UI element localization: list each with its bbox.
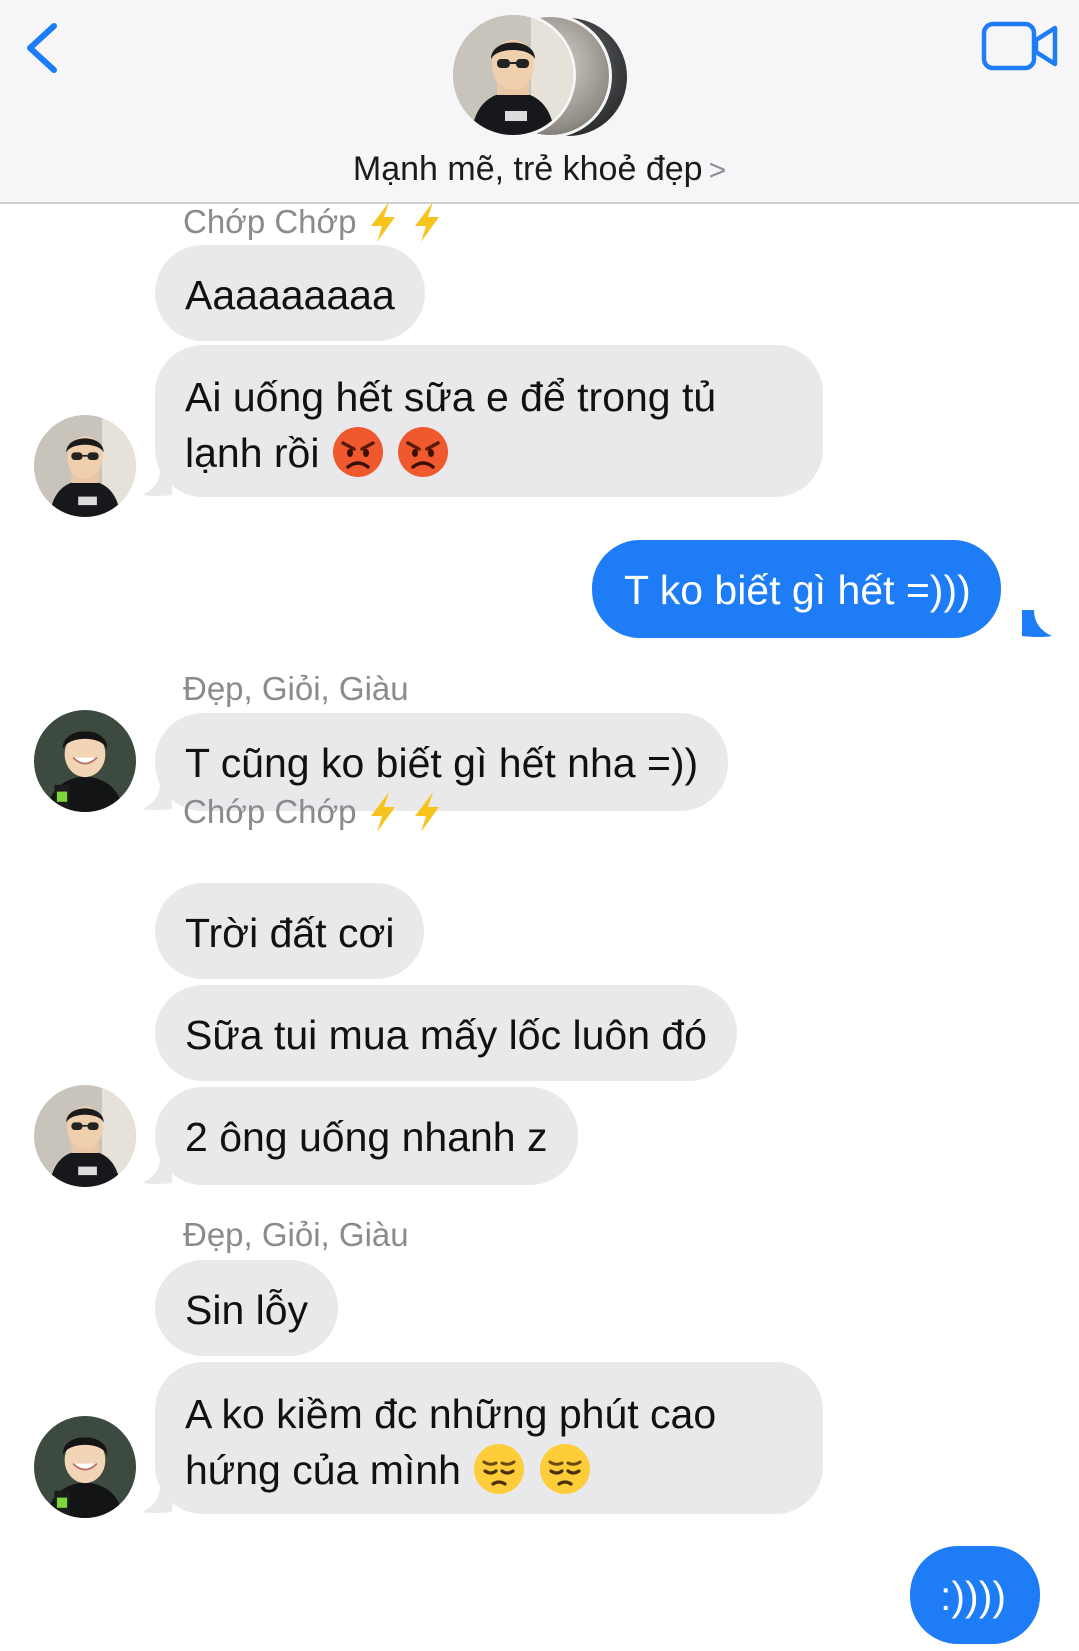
bubble-tail (142, 1486, 172, 1513)
angry-face-icon (398, 427, 449, 478)
sender-name-label: Chớp Chớp (183, 793, 357, 830)
avatar[interactable] (34, 1416, 136, 1518)
video-call-button[interactable] (980, 20, 1060, 74)
sender-name: Đẹp, Giỏi, Giàu (183, 670, 409, 708)
message-bubble[interactable]: Trời đất cơi (155, 883, 425, 979)
sender-name: Chớp Chớp (183, 790, 445, 834)
message-bubble[interactable]: T ko biết gì hết =))) (592, 540, 1001, 638)
message-text: Sữa tui mua mấy lốc luôn đó (185, 1012, 707, 1058)
message-bubble[interactable]: Aaaaaaaaa (155, 245, 425, 341)
avatar[interactable] (34, 1085, 136, 1187)
bubble-tail (142, 783, 172, 810)
person-photo-icon (34, 1416, 136, 1518)
message-text: Ai uống hết sữa e để trong tủ (185, 374, 717, 420)
sender-name-label: Đẹp, Giỏi, Giàu (183, 1216, 409, 1253)
back-button[interactable] (18, 18, 68, 78)
pensive-face-icon (474, 1444, 525, 1495)
message-text: Aaaaaaaaa (185, 272, 395, 318)
bubble-tail (1022, 610, 1052, 637)
group-avatar-stack[interactable] (450, 12, 635, 139)
message-text: hứng của mình (185, 1447, 461, 1493)
message-text: Trời đất cơi (185, 910, 395, 956)
lightning-icon (370, 202, 395, 242)
message-text: :)))) (940, 1573, 1007, 1619)
message-text: A ko kiềm đc những phút cao (185, 1391, 717, 1437)
message-bubble[interactable]: 2 ông uống nhanh z (155, 1087, 578, 1185)
sender-name-label: Chớp Chớp (183, 203, 357, 240)
person-photo-icon (453, 15, 573, 135)
sender-name-label: Đẹp, Giỏi, Giàu (183, 670, 409, 707)
message-text: lạnh rồi (185, 430, 320, 476)
person-photo-icon (34, 710, 136, 812)
chat-header: Mạnh mẽ, trẻ khoẻ đẹp > (0, 0, 1079, 204)
chevron-left-icon (27, 23, 57, 73)
chevron-right-icon: > (708, 154, 727, 187)
message-text: T cũng ko biết gì hết nha =)) (185, 740, 699, 786)
avatar[interactable] (34, 710, 136, 812)
avatar[interactable] (34, 415, 136, 517)
lightning-icon (414, 792, 439, 832)
message-bubble[interactable]: A ko kiềm đc những phút cao hứng của mìn… (155, 1362, 823, 1514)
bubble-tail (142, 469, 172, 496)
sender-name: Đẹp, Giỏi, Giàu (183, 1216, 409, 1254)
message-text: T ko biết gì hết =))) (624, 567, 971, 613)
message-bubble[interactable]: Sữa tui mua mấy lốc luôn đó (155, 985, 737, 1081)
sender-name: Chớp Chớp (183, 200, 445, 244)
lightning-icon (370, 792, 395, 832)
pensive-face-icon (539, 1444, 590, 1495)
person-photo-icon (34, 415, 136, 517)
message-text: 2 ông uống nhanh z (185, 1114, 548, 1160)
message-text: Sin lỗy (185, 1287, 309, 1333)
message-bubble[interactable]: :)))) (910, 1546, 1040, 1644)
bubble-tail (142, 1157, 172, 1184)
message-bubble[interactable]: Sin lỗy (155, 1260, 339, 1356)
message-bubble[interactable]: Ai uống hết sữa e để trong tủ lạnh rồi (155, 345, 823, 497)
group-name-label: Mạnh mẽ, trẻ khoẻ đẹp (352, 150, 703, 188)
group-avatar (450, 12, 576, 138)
angry-face-icon (332, 427, 383, 478)
lightning-icon (414, 202, 439, 242)
video-camera-icon (981, 21, 1058, 71)
group-name[interactable]: Mạnh mẽ, trẻ khoẻ đẹp > (0, 150, 1079, 189)
person-photo-icon (34, 1085, 136, 1187)
